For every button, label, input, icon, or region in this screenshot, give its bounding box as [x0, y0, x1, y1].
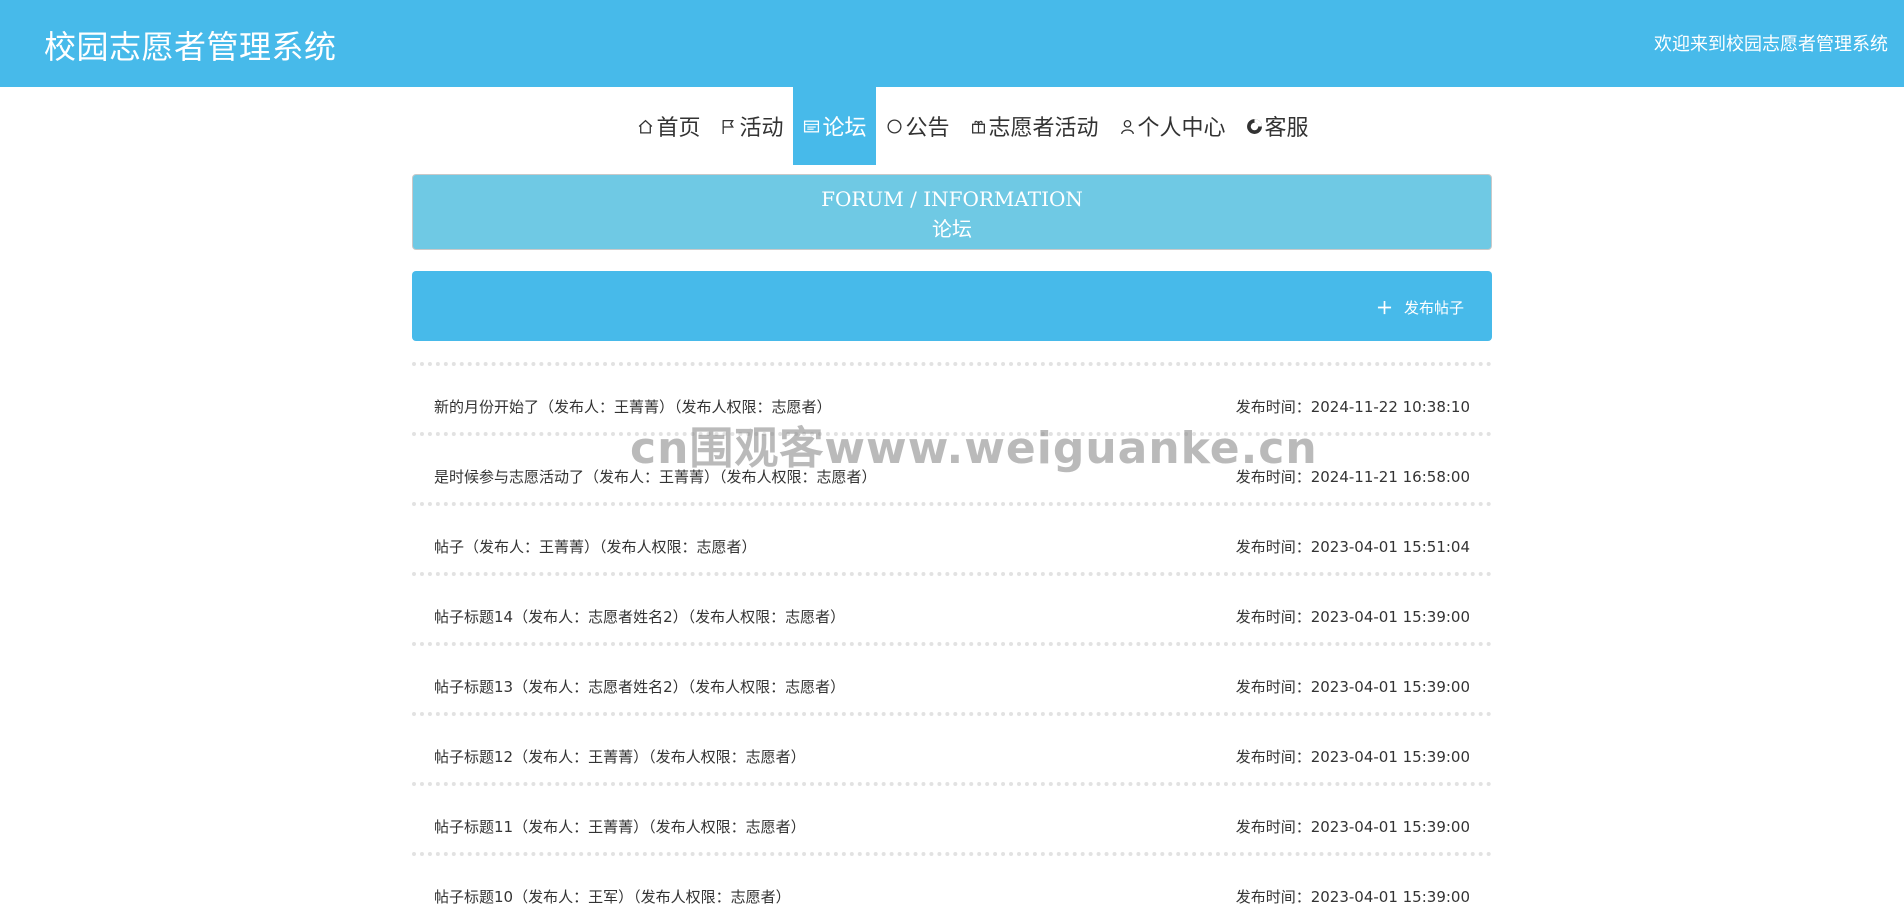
post-time: 发布时间：2023-04-01 15:39:00 [1235, 678, 1470, 696]
post-title[interactable]: 帖子标题12（发布人：王菁菁）（发布人权限：志愿者） [434, 746, 806, 767]
nav-item-home[interactable]: 首页 [627, 87, 710, 165]
nav-label: 首页 [656, 116, 701, 141]
main-nav: 首页 活动 论坛 公告 志愿者活动 个人中心 客服 [0, 87, 1904, 165]
nav-label: 志愿者活动 [988, 116, 1099, 141]
post-row[interactable]: 帖子标题10（发布人：王军）（发布人权限：志愿者） 发布时间：2023-04-0… [412, 852, 1492, 922]
nav-item-forum[interactable]: 论坛 [793, 87, 877, 165]
watermark-text: cn围观客www.weiguanke.cn [630, 423, 1318, 474]
nav-item-service[interactable]: 客服 [1236, 87, 1319, 165]
post-time: 发布时间：2023-04-01 15:39:00 [1235, 818, 1470, 836]
plus-icon [1377, 300, 1392, 315]
nav-label: 公告 [905, 116, 950, 141]
post-row[interactable]: 帖子标题11（发布人：王菁菁）（发布人权限：志愿者） 发布时间：2023-04-… [412, 782, 1492, 852]
publish-post-button[interactable]: 发布帖子 [1377, 297, 1464, 318]
top-header: 校园志愿者管理系统 欢迎来到校园志愿者管理系统 [0, 0, 1904, 87]
post-row[interactable]: 帖子标题12（发布人：王菁菁）（发布人权限：志愿者） 发布时间：2023-04-… [412, 712, 1492, 782]
post-time: 发布时间：2023-04-01 15:39:00 [1235, 748, 1470, 766]
welcome-text: 欢迎来到校园志愿者管理系统 [1654, 34, 1888, 55]
nav-label: 个人中心 [1137, 116, 1226, 141]
post-title[interactable]: 帖子（发布人：王菁菁）（发布人权限：志愿者） [434, 536, 757, 557]
nav-item-profile[interactable]: 个人中心 [1109, 87, 1236, 165]
post-time: 发布时间：2023-04-01 15:39:00 [1235, 888, 1470, 906]
nav-label: 论坛 [822, 116, 867, 141]
user-icon [1120, 119, 1134, 134]
post-row[interactable]: 帖子标题13（发布人：志愿者姓名2）（发布人权限：志愿者） 发布时间：2023-… [412, 642, 1492, 712]
service-icon [1246, 118, 1262, 134]
site-title[interactable]: 校园志愿者管理系统 [44, 22, 337, 68]
nav-item-volunteer-activity[interactable]: 志愿者活动 [960, 87, 1109, 165]
post-row[interactable]: 帖子标题14（发布人：志愿者姓名2）（发布人权限：志愿者） 发布时间：2023-… [412, 572, 1492, 642]
post-title[interactable]: 帖子标题10（发布人：王军）（发布人权限：志愿者） [434, 886, 791, 907]
nav-label: 活动 [739, 116, 784, 141]
banner-title-en: FORUM / INFORMATION [821, 187, 1083, 211]
post-title[interactable]: 帖子标题11（发布人：王菁菁）（发布人权限：志愿者） [434, 816, 806, 837]
post-time: 发布时间：2023-04-01 15:51:04 [1235, 538, 1470, 556]
post-title[interactable]: 帖子标题14（发布人：志愿者姓名2）（发布人权限：志愿者） [434, 606, 845, 627]
flag-icon [723, 119, 735, 134]
post-title[interactable]: 帖子标题13（发布人：志愿者姓名2）（发布人权限：志愿者） [434, 676, 845, 697]
section-banner: FORUM / INFORMATION 论坛 [412, 174, 1492, 250]
nav-item-notice[interactable]: 公告 [876, 87, 959, 165]
gift-icon [971, 120, 985, 134]
nav-label: 客服 [1264, 116, 1309, 141]
publish-post-label: 发布帖子 [1403, 299, 1464, 317]
action-bar: 发布帖子 [412, 271, 1492, 341]
nav-item-activity[interactable]: 活动 [710, 87, 793, 165]
bell-icon [887, 118, 902, 134]
post-time: 发布时间：2023-04-01 15:39:00 [1235, 608, 1470, 626]
home-icon [639, 119, 653, 134]
post-row[interactable]: 帖子（发布人：王菁菁）（发布人权限：志愿者） 发布时间：2023-04-01 1… [412, 502, 1492, 572]
forum-icon [804, 120, 820, 132]
banner-title-cn: 论坛 [932, 217, 972, 241]
